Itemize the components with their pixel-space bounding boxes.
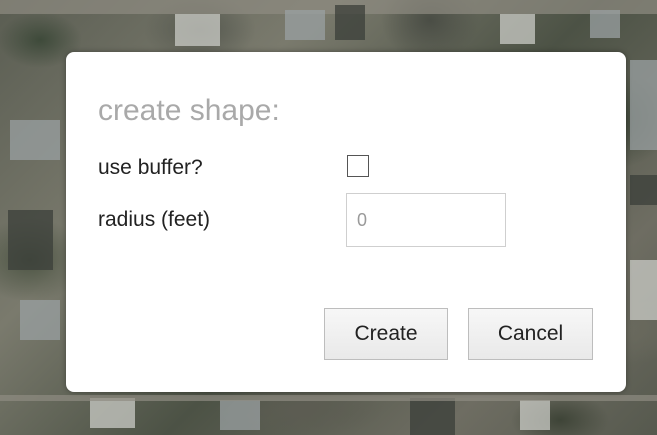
use-buffer-label: use buffer? bbox=[98, 156, 203, 179]
map-building bbox=[220, 400, 260, 430]
dialog-title: create shape: bbox=[98, 94, 280, 127]
map-building bbox=[520, 400, 550, 430]
map-building bbox=[175, 14, 220, 46]
map-building bbox=[20, 300, 60, 340]
map-building bbox=[500, 14, 535, 44]
map-building bbox=[8, 210, 53, 270]
map-road bbox=[0, 395, 657, 401]
map-road bbox=[0, 0, 657, 14]
radius-label: radius (feet) bbox=[98, 208, 211, 231]
map-building bbox=[410, 398, 455, 435]
map-building bbox=[630, 60, 657, 150]
map-building bbox=[10, 120, 60, 160]
map-building bbox=[335, 5, 365, 40]
radius-input[interactable] bbox=[346, 193, 506, 247]
map-building bbox=[630, 175, 657, 205]
create-button[interactable]: Create bbox=[324, 308, 448, 360]
map-building bbox=[90, 398, 135, 428]
use-buffer-checkbox[interactable] bbox=[347, 155, 369, 177]
map-building bbox=[285, 10, 325, 40]
map-building bbox=[590, 10, 620, 38]
create-shape-dialog: create shape: use buffer? radius (feet) … bbox=[66, 52, 626, 392]
map-building bbox=[630, 260, 657, 320]
cancel-button[interactable]: Cancel bbox=[468, 308, 593, 360]
